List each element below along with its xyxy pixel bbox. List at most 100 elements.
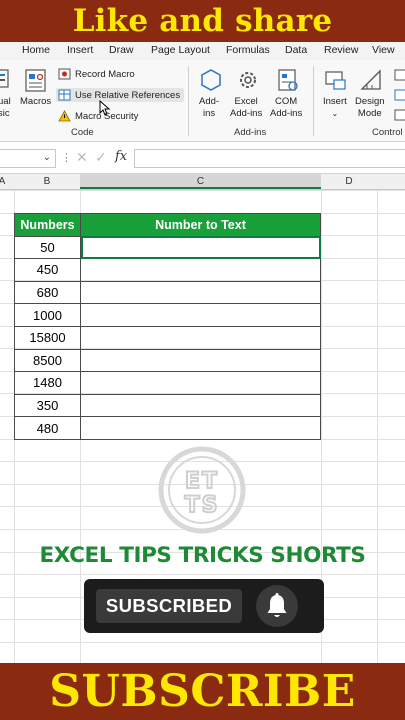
design-mode-button[interactable]: Design Mode [355, 96, 385, 120]
number-cell[interactable]: 50 [14, 235, 81, 260]
column-header-b[interactable]: B [14, 176, 80, 187]
formula-input[interactable] [134, 149, 405, 168]
ribbon-separator [313, 66, 314, 136]
table-row: 450 [14, 258, 321, 282]
use-relative-references-button[interactable]: Use Relative References [56, 88, 185, 102]
number-to-text-cell[interactable] [80, 303, 321, 327]
table-header-row: Numbers Number to Text [14, 213, 321, 237]
tab-home[interactable]: Home [22, 44, 50, 56]
add-ins-label-2: ins [202, 108, 216, 119]
column-header-a[interactable]: A [0, 176, 8, 187]
number-to-text-cell[interactable] [80, 371, 321, 395]
bell-icon [267, 593, 287, 617]
add-ins-button[interactable]: Add- ins [199, 96, 219, 120]
record-macro-label: Record Macro [75, 68, 135, 80]
table-row: 680 [14, 280, 321, 305]
top-banner: Like and share [0, 0, 405, 42]
number-to-text-cell[interactable] [80, 393, 321, 418]
channel-name: EXCEL TIPS TRICKS SHORTS [39, 543, 366, 568]
visual-basic-button[interactable]: ual sic [0, 96, 11, 120]
number-cell[interactable]: 15800 [14, 325, 81, 350]
macro-security-button[interactable]: Macro Security [58, 110, 138, 122]
insert-control-label: Insert [323, 96, 347, 107]
insert-control-icon [325, 71, 346, 90]
design-mode-label-2: Mode [357, 108, 382, 119]
number-to-text-cell[interactable] [80, 280, 321, 305]
number-cell[interactable]: 480 [14, 416, 81, 440]
table-row: 350 [14, 393, 321, 418]
ribbon-tabs: Home Insert Draw Page Layout Formulas Da… [0, 42, 405, 60]
gridline [0, 574, 405, 576]
header-numbers[interactable]: Numbers [14, 213, 81, 237]
com-add-ins-label-2: Add-ins [270, 108, 303, 119]
use-relative-label: Use Relative References [75, 89, 181, 101]
add-ins-group-label: Add-ins [234, 127, 267, 138]
macros-icon [25, 69, 46, 92]
table-row: 1000 [14, 303, 321, 327]
bottom-banner-text: SUBSCRIBE [49, 666, 356, 717]
table-row: 480 [14, 416, 321, 440]
cancel-icon[interactable]: ✕ [76, 149, 88, 166]
table-row: 8500 [14, 348, 321, 373]
tab-review[interactable]: Review [324, 44, 358, 56]
tab-view[interactable]: View [372, 44, 395, 56]
properties-icon [394, 69, 405, 121]
number-cell[interactable]: 350 [14, 393, 81, 418]
column-header-c[interactable]: C [80, 174, 321, 189]
macros-button[interactable]: Macros [20, 96, 51, 108]
design-mode-icon [360, 69, 381, 90]
tab-formulas[interactable]: Formulas [226, 44, 270, 56]
ribbon: ual sic Macros Record Macro Use Relative… [0, 60, 405, 142]
table-row: 50 [14, 235, 321, 260]
number-cell[interactable]: 450 [14, 258, 81, 282]
top-banner-text: Like and share [72, 3, 333, 39]
table-row: 15800 [14, 325, 321, 350]
visual-basic-label-2: sic [0, 108, 10, 119]
add-ins-label-1: Add- [199, 96, 220, 107]
svg-text:TS: TS [185, 493, 220, 518]
number-cell[interactable]: 680 [14, 280, 81, 305]
gridline [377, 190, 378, 663]
number-cell[interactable]: 1000 [14, 303, 81, 327]
number-cell[interactable]: 8500 [14, 348, 81, 373]
column-header-d[interactable]: D [321, 176, 377, 187]
warning-icon [58, 110, 71, 122]
svg-text:ET: ET [185, 469, 219, 494]
name-box[interactable]: ⌄ [0, 149, 56, 168]
subscribe-overlay: SUBSCRIBED [84, 579, 324, 633]
excel-add-ins-label-1: Excel [234, 96, 258, 107]
tab-page-layout[interactable]: Page Layout [151, 44, 210, 56]
number-to-text-cell[interactable] [80, 325, 321, 350]
design-mode-label-1: Design [355, 96, 385, 107]
com-add-ins-button[interactable]: COM Add-ins [270, 96, 302, 120]
insert-control-button[interactable]: Insert ⌄ [323, 96, 347, 120]
com-add-ins-icon [278, 69, 298, 91]
fx-icon[interactable]: fx [115, 149, 127, 164]
bottom-banner: SUBSCRIBE [0, 663, 405, 720]
enter-icon[interactable]: ✓ [95, 149, 107, 166]
tab-insert[interactable]: Insert [67, 44, 93, 56]
com-add-ins-label-1: COM [275, 96, 298, 107]
number-to-text-cell[interactable] [80, 258, 321, 282]
column-headers: A B C D [0, 174, 405, 190]
number-cell[interactable]: 1480 [14, 371, 81, 395]
excel-add-ins-button[interactable]: Excel Add-ins [230, 96, 262, 120]
visual-basic-icon [0, 69, 9, 88]
number-to-text-cell[interactable] [80, 348, 321, 373]
formula-bar: ⌄ ⋮ ✕ ✓ fx [0, 142, 405, 174]
record-macro-button[interactable]: Record Macro [58, 68, 135, 80]
header-number-to-text[interactable]: Number to Text [80, 213, 321, 237]
macro-security-label: Macro Security [75, 110, 139, 122]
notification-bell-button[interactable] [256, 585, 298, 627]
tab-data[interactable]: Data [285, 44, 307, 56]
number-to-text-cell[interactable] [80, 235, 321, 260]
add-ins-icon [201, 69, 221, 91]
data-table: Numbers Number to Text 50 450 680 1000 15800… [14, 213, 321, 440]
subscribed-button[interactable]: SUBSCRIBED [96, 589, 242, 623]
more-options-icon[interactable]: ⋮ [61, 151, 72, 164]
chevron-down-icon: ⌄ [42, 152, 51, 163]
excel-add-ins-gear-icon [240, 72, 256, 88]
ribbon-separator [188, 66, 189, 136]
number-to-text-cell[interactable] [80, 416, 321, 440]
tab-draw[interactable]: Draw [109, 44, 134, 56]
